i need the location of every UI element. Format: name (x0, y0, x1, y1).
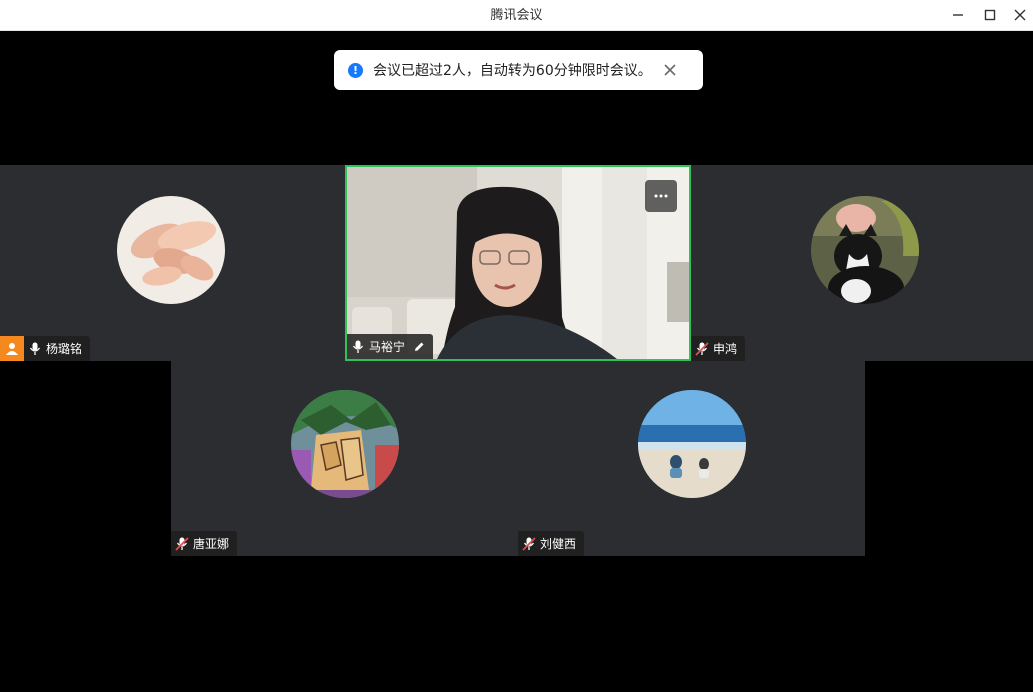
microphone-muted-icon (518, 531, 540, 556)
maximize-icon (984, 9, 996, 21)
participant-nametag: 马裕宁 (347, 334, 434, 359)
avatar (117, 196, 225, 304)
notification-close-button[interactable] (662, 62, 678, 78)
participant-video-tile[interactable]: 马裕宁 (345, 165, 691, 361)
close-icon (664, 64, 676, 76)
time-limit-notification: ! 会议已超过2人，自动转为60分钟限时会议。 (334, 50, 703, 90)
close-icon (1014, 9, 1026, 21)
video-feed (347, 167, 689, 359)
title-bar: 腾讯会议 (0, 0, 1033, 31)
participant-name: 刘健西 (540, 537, 577, 551)
pencil-icon (415, 342, 424, 351)
avatar (811, 196, 919, 304)
notification-text: 会议已超过2人，自动转为60分钟限时会议。 (373, 63, 652, 79)
participant-nametag: 申鸿 (691, 336, 746, 361)
participant-tile[interactable]: 唐亚娜 (171, 361, 518, 556)
participant-tile[interactable]: 申鸿 (691, 165, 1033, 361)
maximize-button[interactable] (979, 5, 1001, 25)
participant-name: 杨璐铭 (46, 342, 83, 356)
participant-nametag: 刘健西 (518, 531, 585, 556)
avatar (291, 390, 399, 498)
participant-nametag: 杨璐铭 (0, 336, 91, 361)
info-icon: ! (348, 62, 363, 78)
participant-name: 唐亚娜 (193, 537, 230, 551)
close-window-button[interactable] (1009, 5, 1031, 25)
microphone-muted-icon (171, 531, 193, 556)
microphone-icon (347, 334, 369, 359)
participant-nametag: 唐亚娜 (171, 531, 238, 556)
microphone-icon (24, 336, 46, 361)
participant-name: 申鸿 (713, 342, 738, 356)
participant-tile[interactable]: 刘健西 (518, 361, 865, 556)
avatar (638, 390, 746, 498)
edit-name-button[interactable] (413, 341, 425, 353)
participant-name: 马裕宁 (369, 340, 406, 354)
host-icon (0, 336, 24, 361)
microphone-muted-icon (691, 336, 713, 361)
window-title: 腾讯会议 (490, 8, 543, 23)
more-icon (654, 194, 668, 198)
participant-tile[interactable]: 杨璐铭 (0, 165, 345, 361)
more-options-button[interactable] (645, 180, 677, 212)
minimize-button[interactable] (947, 5, 969, 25)
minimize-icon (953, 14, 963, 16)
